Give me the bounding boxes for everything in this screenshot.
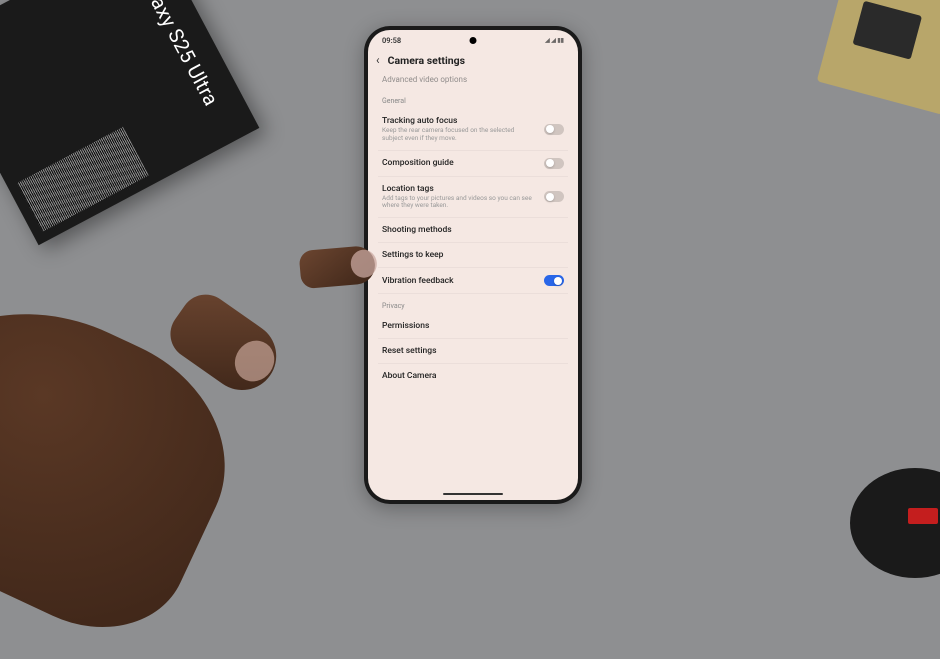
setting-row-vibration-feedback[interactable]: Vibration feedback	[378, 268, 568, 294]
setting-title: Tracking auto focus	[382, 116, 536, 126]
nav-bar-handle[interactable]	[443, 493, 503, 496]
toggle-tracking-auto-focus[interactable]	[544, 124, 564, 135]
background-gadget	[817, 0, 940, 115]
barcode	[17, 127, 149, 232]
phone-screen: 09:58 ◢ ◢ ▮▮ ‹ Camera settings Advanced …	[368, 30, 578, 500]
setting-row-shooting-methods[interactable]: Shooting methods	[378, 218, 568, 243]
section-label: Privacy	[378, 294, 568, 314]
status-time: 09:58	[382, 36, 401, 45]
phone-frame: 09:58 ◢ ◢ ▮▮ ‹ Camera settings Advanced …	[364, 26, 582, 504]
setting-row-about-camera[interactable]: About Camera	[378, 364, 568, 388]
setting-row-permissions[interactable]: Permissions	[378, 314, 568, 339]
back-icon[interactable]: ‹	[376, 53, 380, 67]
setting-row-tracking-auto-focus[interactable]: Tracking auto focusKeep the rear camera …	[378, 109, 568, 151]
watermark-badge	[908, 508, 938, 524]
toggle-location-tags[interactable]	[544, 191, 564, 202]
setting-row-reset-settings[interactable]: Reset settings	[378, 339, 568, 364]
setting-row-settings-to-keep[interactable]: Settings to keep	[378, 243, 568, 268]
product-box: Galaxy S25 Ultra	[0, 0, 259, 245]
toggle-vibration-feedback[interactable]	[544, 275, 564, 286]
status-icons: ◢ ◢ ▮▮	[545, 37, 564, 44]
setting-title: Permissions	[382, 321, 564, 331]
setting-row-location-tags[interactable]: Location tagsAdd tags to your pictures a…	[378, 177, 568, 219]
setting-title: Reset settings	[382, 346, 564, 356]
setting-title: Location tags	[382, 184, 536, 194]
setting-title: Composition guide	[382, 158, 536, 168]
setting-desc: Add tags to your pictures and videos so …	[382, 195, 536, 211]
toggle-composition-guide[interactable]	[544, 158, 564, 169]
setting-title: About Camera	[382, 371, 564, 381]
page-header: ‹ Camera settings	[368, 47, 578, 73]
setting-desc: Keep the rear camera focused on the sele…	[382, 127, 536, 143]
front-camera-notch	[470, 37, 477, 44]
setting-row-advanced-video[interactable]: Advanced video options	[378, 73, 568, 89]
hand	[0, 190, 380, 530]
page-title: Camera settings	[388, 54, 465, 67]
settings-list[interactable]: Advanced video options GeneralTracking a…	[368, 73, 578, 388]
setting-title: Shooting methods	[382, 225, 564, 235]
product-name: Galaxy S25 Ultra	[131, 0, 223, 110]
setting-row-composition-guide[interactable]: Composition guide	[378, 151, 568, 177]
section-label: General	[378, 89, 568, 109]
setting-title: Vibration feedback	[382, 276, 536, 286]
setting-title: Settings to keep	[382, 250, 564, 260]
